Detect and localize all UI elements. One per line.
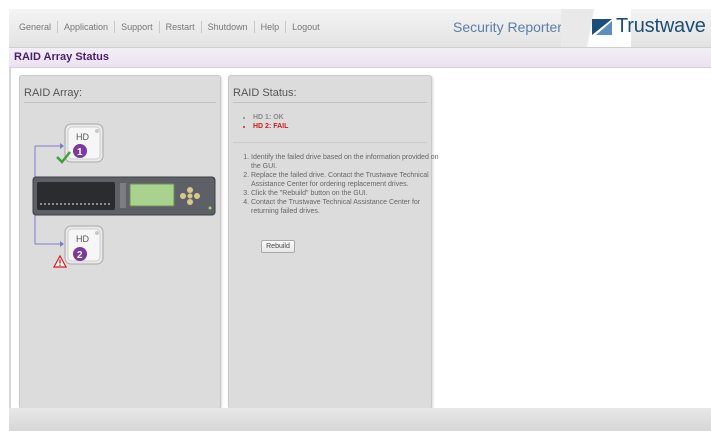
server-unit-icon: [32, 176, 216, 216]
instruction-step: Contact the Trustwave Technical Assistan…: [251, 198, 439, 216]
main-menu: General Application Support Restart Shut…: [13, 21, 326, 33]
raid-diagram: HD 1 HD 2: [32, 123, 216, 268]
drive-1-number: 1: [77, 147, 83, 158]
drive-1-status: HD 1: OK: [253, 114, 288, 121]
menu-help[interactable]: Help: [255, 22, 286, 32]
raid-array-panel: RAID Array: HD 1 HD 2: [19, 75, 221, 409]
bottom-bar: [9, 408, 711, 431]
instruction-step: Identify the failed drive based on the i…: [251, 153, 439, 171]
status-divider: [233, 142, 427, 143]
drive-status-list: HD 1: OK HD 2: FAIL: [245, 114, 288, 132]
menu-shutdown[interactable]: Shutdown: [202, 22, 254, 32]
drive-screw-icon: [95, 129, 99, 133]
drive-2-number: 2: [77, 250, 83, 261]
panel-rule: [24, 102, 216, 103]
recovery-instructions: Identify the failed drive based on the i…: [239, 153, 439, 216]
drive-2-status: HD 2: FAIL: [253, 123, 288, 130]
panel-rule: [233, 102, 427, 103]
raid-status-panel: RAID Status: HD 1: OK HD 2: FAIL Identif…: [228, 75, 439, 409]
raid-array-title: RAID Array:: [24, 87, 83, 99]
instruction-step: Replace the failed drive. Contact the Tr…: [251, 171, 439, 189]
app-frame: General Application Support Restart Shut…: [9, 9, 711, 431]
connector-arrow-icon: [60, 241, 64, 247]
hard-drive-1[interactable]: HD 1: [64, 123, 104, 163]
menu-application[interactable]: Application: [58, 22, 114, 32]
page-title-bar: RAID Array Status: [9, 48, 711, 68]
page-title: RAID Array Status: [14, 51, 109, 63]
brand-logo: Trustwave: [591, 15, 706, 38]
hard-drive-2[interactable]: HD 2: [64, 225, 104, 265]
menu-support[interactable]: Support: [115, 22, 159, 32]
trustwave-logo-icon: [592, 18, 612, 35]
menu-restart[interactable]: Restart: [160, 22, 201, 32]
connector-arrow-icon: [60, 143, 64, 149]
drive-1-label: HD: [76, 132, 89, 142]
rebuild-button[interactable]: Rebuild: [261, 240, 295, 253]
warning-icon: [52, 254, 68, 268]
brand-name: Trustwave: [616, 15, 706, 37]
app-title: Security Reporter: [453, 19, 562, 35]
left-edge-strip: [9, 68, 11, 408]
drive-2-label: HD: [76, 234, 89, 244]
top-navigation-bar: General Application Support Restart Shut…: [9, 9, 711, 48]
menu-logout[interactable]: Logout: [286, 22, 326, 32]
raid-status-title: RAID Status:: [233, 87, 297, 99]
instruction-step: Click the "Rebuild" button on the GUI.: [251, 189, 439, 198]
menu-general[interactable]: General: [13, 22, 57, 32]
drive-screw-icon: [95, 231, 99, 235]
